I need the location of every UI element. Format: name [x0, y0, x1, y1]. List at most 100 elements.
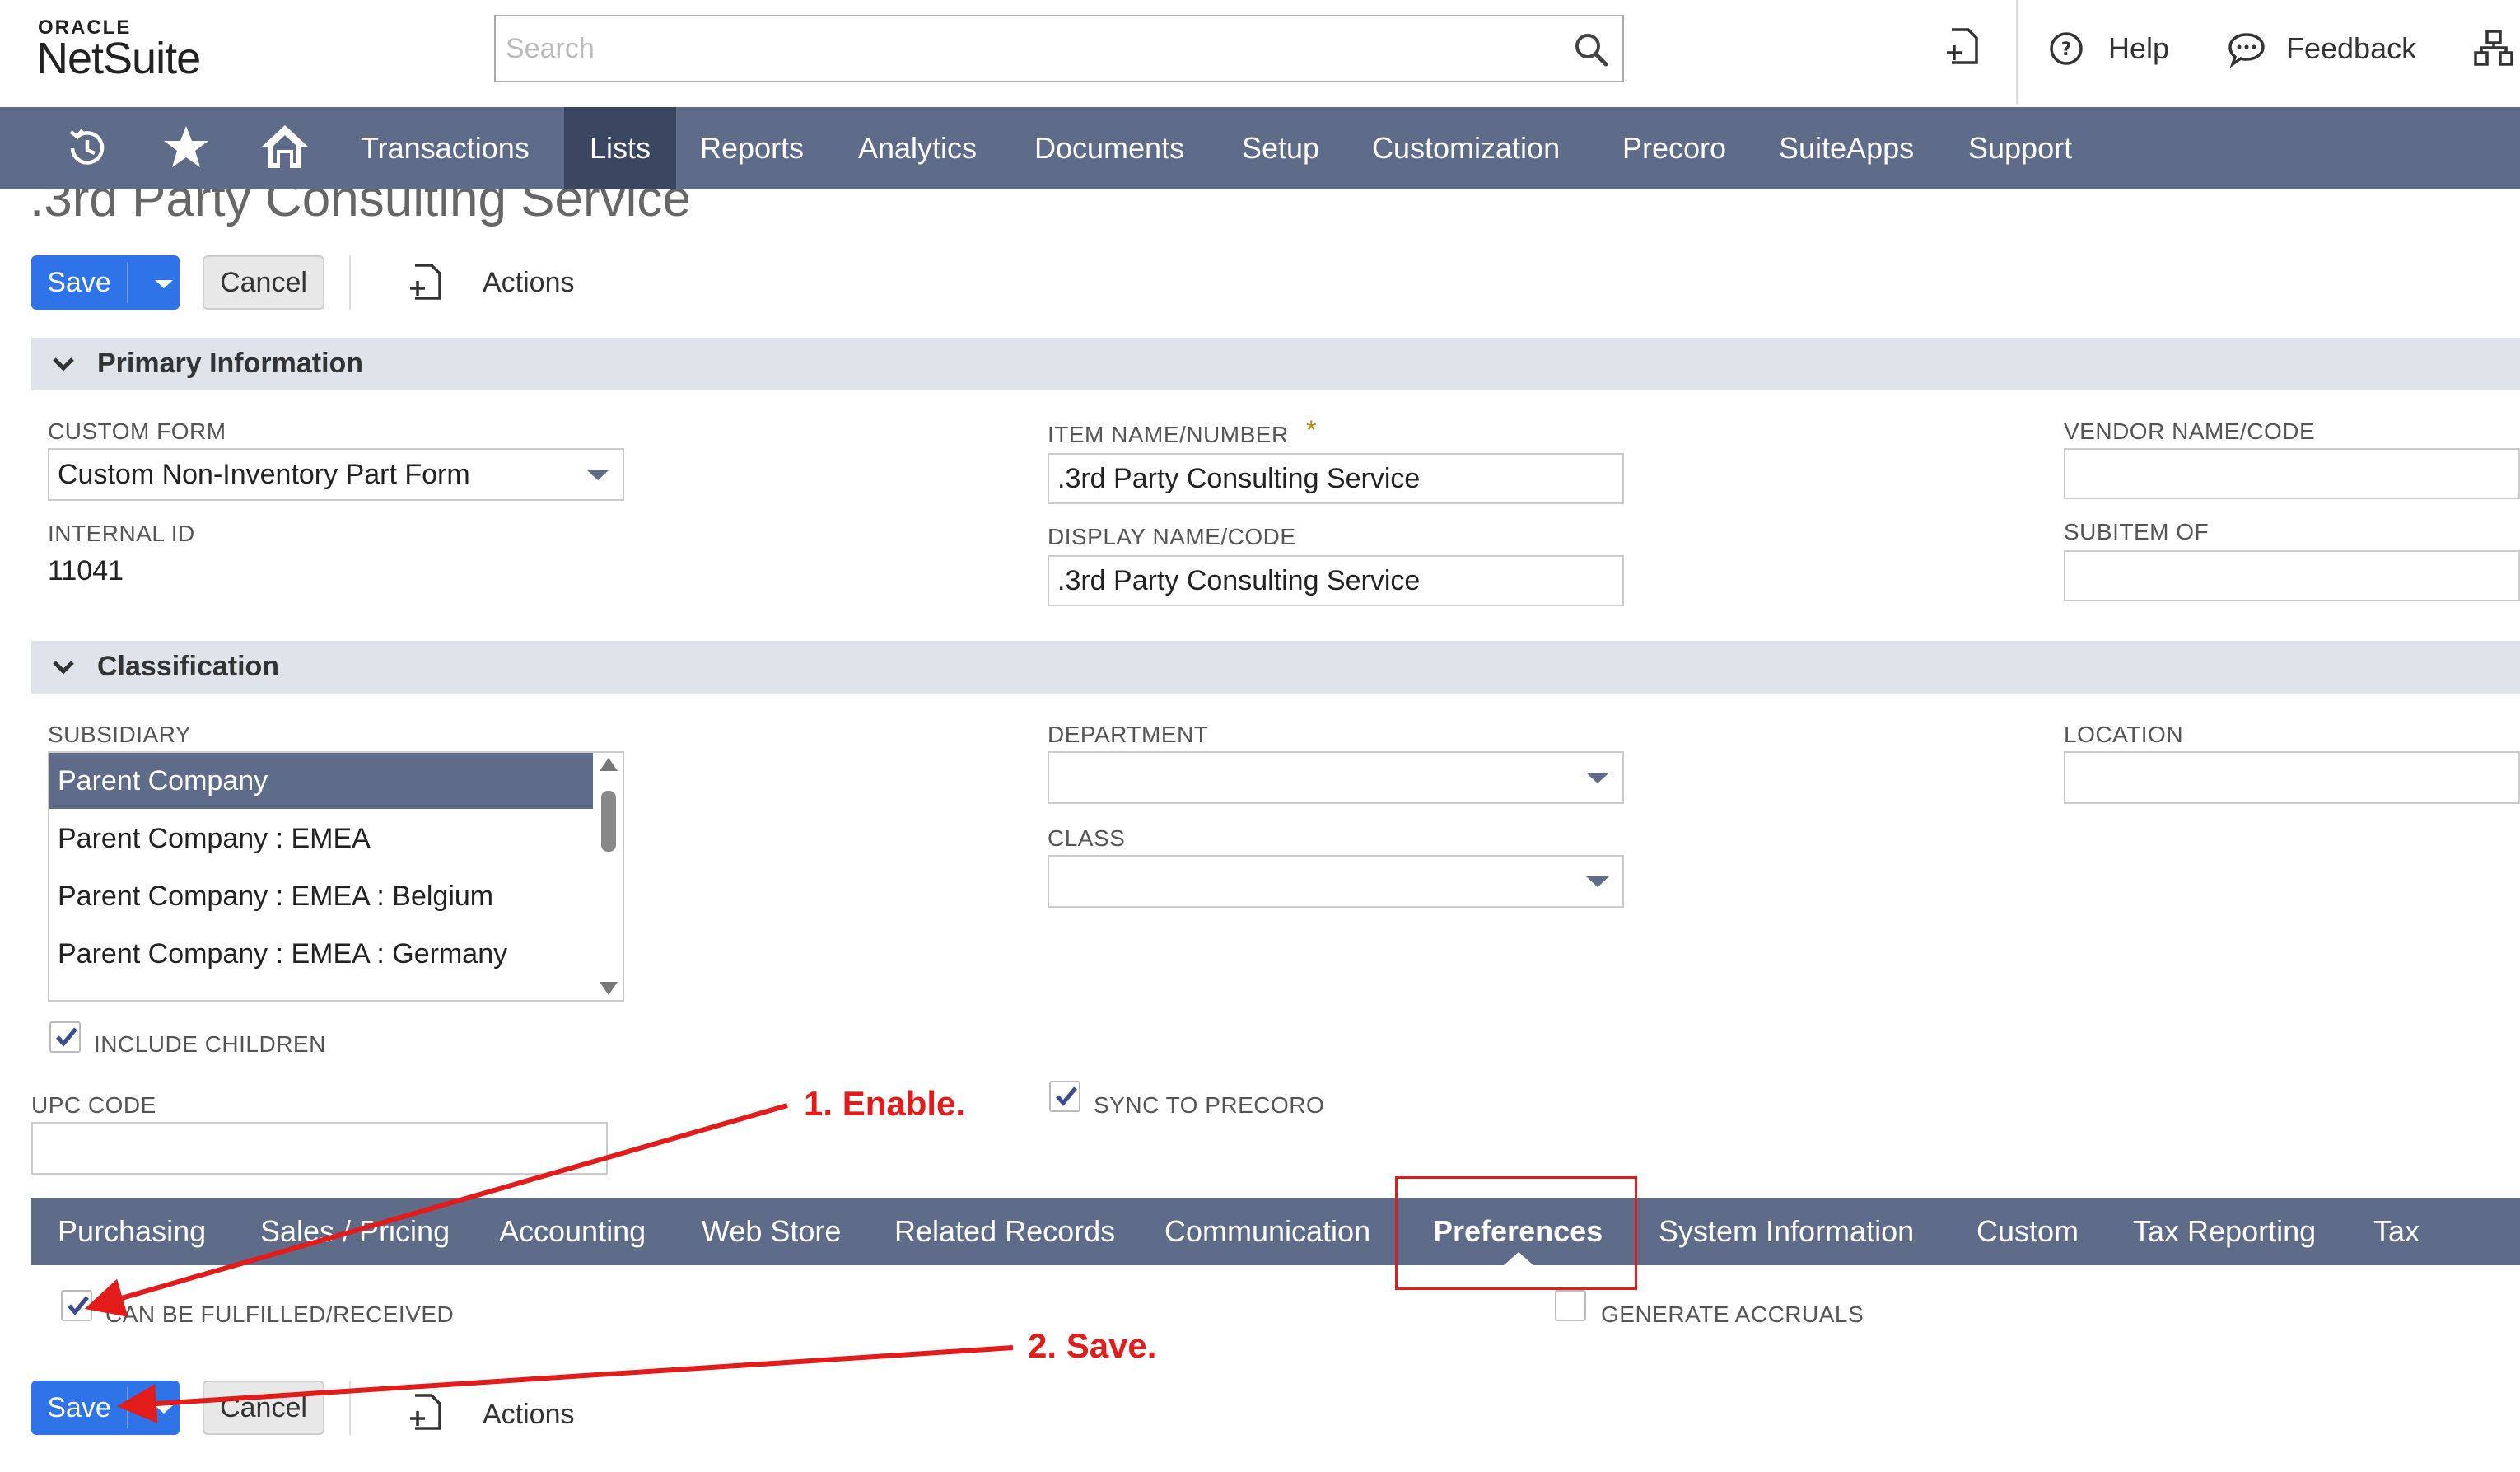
save-button-bottom[interactable]: Save: [31, 1381, 180, 1435]
vendor-name-field[interactable]: [2064, 448, 2520, 499]
section-title: Classification: [97, 651, 280, 682]
include-children-checkbox[interactable]: [49, 1021, 81, 1053]
tab-related-records[interactable]: Related Records: [894, 1198, 1115, 1265]
tab-tax[interactable]: Tax: [2373, 1198, 2420, 1265]
generate-accruals-checkbox[interactable]: [1555, 1290, 1586, 1321]
user-roles-icon[interactable]: [2472, 28, 2517, 73]
tab-system-information[interactable]: System Information: [1659, 1198, 1914, 1265]
listbox-scrollbar[interactable]: [595, 753, 623, 1000]
display-name-label: DISPLAY NAME/CODE: [1048, 524, 1296, 549]
save-menu-caret-icon[interactable]: [155, 280, 173, 288]
help-icon[interactable]: ?: [2049, 31, 2084, 70]
actions-menu[interactable]: Actions: [483, 267, 575, 299]
nav-precoro[interactable]: Precoro: [1611, 107, 1738, 189]
nav-setup[interactable]: Setup: [1230, 107, 1331, 189]
tab-sales-pricing[interactable]: Sales / Pricing: [260, 1198, 450, 1265]
feedback-link[interactable]: Feedback: [2286, 31, 2416, 66]
nav-lists[interactable]: Lists: [564, 107, 676, 189]
department-label: DEPARTMENT: [1048, 722, 1209, 747]
chevron-down-icon[interactable]: [586, 470, 609, 480]
annotation-step-1: 1. Enable.: [804, 1084, 966, 1123]
netsuite-logo[interactable]: NetSuite: [36, 33, 201, 84]
upc-code-field[interactable]: [31, 1122, 608, 1175]
cancel-button-bottom[interactable]: Cancel: [203, 1381, 324, 1435]
global-search[interactable]: [494, 15, 1624, 82]
subsidiary-option[interactable]: Parent Company : EMEA: [49, 811, 593, 867]
subsidiary-label: SUBSIDIARY: [48, 722, 192, 747]
recent-history-icon[interactable]: [64, 125, 110, 175]
class-select[interactable]: [1048, 855, 1624, 908]
chevron-down-icon[interactable]: [51, 656, 76, 683]
section-title: Primary Information: [97, 348, 364, 379]
primary-information-header[interactable]: Primary Information: [31, 338, 2520, 390]
toolbar-divider: [349, 255, 351, 310]
generate-accruals-label: GENERATE ACCRUALS: [1601, 1301, 1864, 1327]
can-be-fulfilled-label: CAN BE FULFILLED/RECEIVED: [105, 1301, 455, 1327]
tab-tax-reporting[interactable]: Tax Reporting: [2133, 1198, 2316, 1265]
department-select[interactable]: [1048, 751, 1624, 804]
class-label: CLASS: [1048, 825, 1126, 851]
favorites-star-icon[interactable]: [161, 124, 211, 175]
location-label: LOCATION: [2064, 722, 2184, 747]
nav-suiteapps[interactable]: SuiteApps: [1767, 107, 1925, 189]
subsidiary-option[interactable]: Parent Company: [49, 753, 593, 809]
item-name-label: ITEM NAME/NUMBER: [1048, 422, 1289, 447]
item-name-field[interactable]: .3rd Party Consulting Service: [1048, 453, 1624, 504]
tab-web-store[interactable]: Web Store: [702, 1198, 841, 1265]
subitem-of-label: SUBITEM OF: [2064, 519, 2210, 544]
subitem-of-field[interactable]: [2064, 550, 2520, 601]
chevron-down-icon[interactable]: [51, 353, 76, 380]
upc-code-label: UPC CODE: [31, 1092, 156, 1118]
tab-accounting[interactable]: Accounting: [499, 1198, 646, 1265]
save-button[interactable]: Save: [31, 255, 180, 310]
nav-support[interactable]: Support: [1957, 107, 2084, 189]
subsidiary-option[interactable]: Parent Company : EMEA : Germany: [49, 926, 593, 982]
home-icon[interactable]: [259, 122, 311, 175]
vendor-name-label: VENDOR NAME/CODE: [2064, 418, 2316, 444]
location-select[interactable]: [2064, 751, 2520, 804]
subsidiary-listbox[interactable]: Parent Company Parent Company : EMEA Par…: [48, 751, 624, 1002]
feedback-icon[interactable]: [2227, 31, 2266, 72]
checkmark-icon: [56, 1027, 77, 1047]
save-button-label: Save: [47, 1392, 111, 1423]
custom-form-select[interactable]: Custom Non-Inventory Part Form: [48, 448, 624, 501]
actions-menu-bottom[interactable]: Actions: [483, 1399, 575, 1431]
save-split-divider: [127, 1387, 128, 1428]
nav-reports[interactable]: Reports: [688, 107, 815, 189]
nav-customization[interactable]: Customization: [1360, 107, 1571, 189]
tab-purchasing[interactable]: Purchasing: [58, 1198, 206, 1265]
search-icon[interactable]: [1573, 31, 1609, 68]
tab-custom[interactable]: Custom: [1976, 1198, 2079, 1265]
scroll-down-arrow-icon[interactable]: [600, 982, 618, 995]
sync-to-precoro-checkbox[interactable]: [1049, 1081, 1080, 1112]
actions-icon[interactable]: [407, 262, 445, 307]
recent-records-icon[interactable]: [1944, 26, 1981, 72]
toolbar-divider: [349, 1381, 351, 1435]
annotation-highlight-box: [1395, 1176, 1637, 1290]
internal-id-label: INTERNAL ID: [48, 521, 195, 546]
chevron-down-icon[interactable]: [1586, 876, 1609, 887]
nav-transactions[interactable]: Transactions: [349, 107, 541, 189]
scroll-thumb[interactable]: [601, 791, 616, 852]
can-be-fulfilled-checkbox[interactable]: [61, 1290, 92, 1321]
custom-form-label: CUSTOM FORM: [48, 418, 226, 444]
svg-text:?: ?: [2061, 40, 2072, 60]
save-menu-caret-icon[interactable]: [155, 1405, 173, 1414]
scroll-up-arrow-icon[interactable]: [600, 758, 618, 771]
cancel-button[interactable]: Cancel: [203, 255, 324, 310]
nav-documents[interactable]: Documents: [1023, 107, 1196, 189]
main-navbar: Transactions Lists Reports Analytics Doc…: [0, 107, 2520, 189]
custom-form-value: Custom Non-Inventory Part Form: [58, 459, 470, 490]
nav-analytics[interactable]: Analytics: [847, 107, 988, 189]
actions-icon[interactable]: [407, 1392, 445, 1437]
display-name-field[interactable]: .3rd Party Consulting Service: [1048, 555, 1624, 606]
checkmark-icon: [1056, 1086, 1077, 1106]
internal-id-value: 11041: [48, 555, 124, 586]
header-divider: [2016, 0, 2018, 104]
subsidiary-option[interactable]: Parent Company : EMEA : Belgium: [49, 868, 593, 924]
search-input[interactable]: [496, 16, 1561, 81]
classification-header[interactable]: Classification: [31, 641, 2520, 694]
chevron-down-icon[interactable]: [1586, 773, 1609, 783]
tab-communication[interactable]: Communication: [1164, 1198, 1370, 1265]
help-link[interactable]: Help: [2108, 31, 2169, 66]
